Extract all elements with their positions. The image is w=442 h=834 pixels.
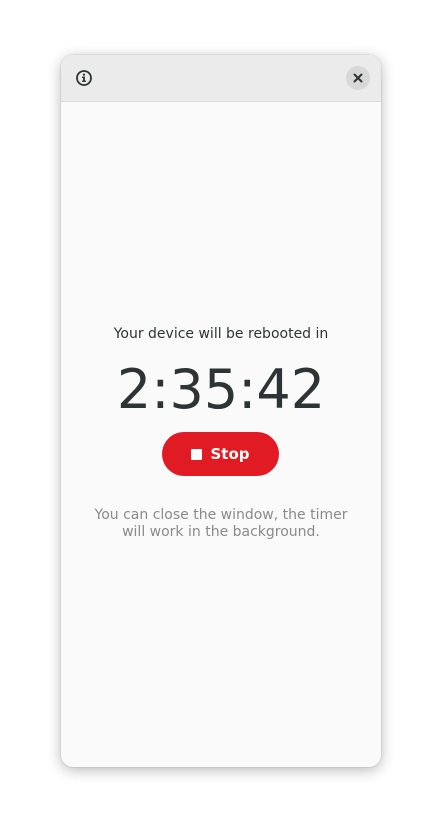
info-button[interactable] — [73, 67, 95, 89]
stop-button[interactable]: Stop — [162, 432, 279, 476]
close-button[interactable] — [346, 66, 370, 90]
info-circle-icon — [76, 70, 92, 86]
close-icon — [353, 73, 363, 83]
app-window: Your device will be rebooted in 2:35:42 … — [61, 55, 381, 767]
stop-square-icon — [191, 448, 203, 460]
reboot-subtitle: Your device will be rebooted in — [113, 326, 329, 342]
countdown-timer: 2:35:42 — [116, 358, 326, 421]
main-content: Your device will be rebooted in 2:35:42 … — [61, 102, 381, 767]
header-bar — [61, 55, 381, 102]
background-hint: You can close the window, the timer will… — [94, 507, 348, 540]
stop-button-label: Stop — [210, 445, 250, 463]
